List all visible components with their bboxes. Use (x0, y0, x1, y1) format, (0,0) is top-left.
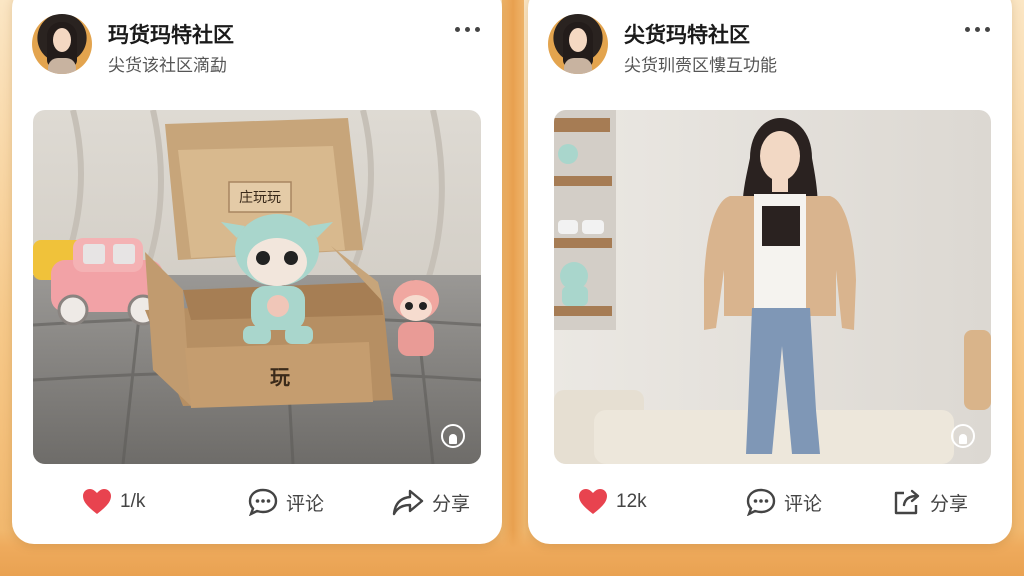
comment-icon (746, 488, 776, 516)
share-label: 分享 (432, 493, 471, 515)
more-icon[interactable] (455, 27, 480, 32)
post-actions: 1/k 评论 分享 (12, 478, 502, 538)
like-count: 1/k (120, 491, 146, 512)
comment-label: 评论 (286, 493, 325, 515)
post-card-2[interactable]: 尖货玛特社区 尖货玔赍区慺互功能 12k 评论 分享 (528, 0, 1012, 544)
post-subtitle: 尖货玔赍区慺互功能 (624, 56, 777, 75)
avatar[interactable] (32, 14, 92, 74)
post-actions: 12k 评论 分享 (528, 478, 1012, 538)
like-count: 12k (616, 491, 647, 512)
share-button[interactable]: 分享 (892, 484, 968, 520)
share-icon (392, 489, 424, 516)
post-subtitle: 尖货该社区滴勐 (108, 56, 227, 75)
share-label: 分享 (930, 493, 969, 515)
post-photo[interactable] (554, 110, 991, 464)
fashion-photo (554, 110, 991, 464)
comment-button[interactable]: 评论 (248, 484, 324, 520)
author-name[interactable]: 玛货玛特社区 (108, 19, 234, 49)
photo-badge-icon[interactable] (951, 424, 975, 448)
heart-icon (579, 489, 607, 514)
post-header: 玛货玛特社区 尖货该社区滴勐 (12, 0, 502, 96)
comment-icon (248, 488, 278, 516)
post-photo[interactable]: 庄玩玩 玩 (33, 110, 481, 464)
post-card-1[interactable]: 玛货玛特社区 尖货该社区滴勐 庄玩玩 玩 1/k 评论 分享 (12, 0, 502, 544)
post-header: 尖货玛特社区 尖货玔赍区慺互功能 (528, 0, 1012, 96)
toy-box-photo (33, 110, 481, 464)
box-stamp-top: 庄玩玩 (239, 189, 281, 205)
more-icon[interactable] (965, 27, 990, 32)
avatar[interactable] (548, 14, 608, 74)
share-icon (894, 489, 920, 515)
box-stamp-front: 玩 (270, 366, 290, 389)
share-button[interactable]: 分享 (392, 484, 470, 520)
comment-button[interactable]: 评论 (746, 484, 822, 520)
photo-badge-icon[interactable] (441, 424, 465, 448)
center-divider (502, 0, 524, 576)
heart-icon (83, 489, 111, 514)
like-button[interactable]: 12k (578, 484, 647, 520)
comment-label: 评论 (784, 493, 823, 515)
author-name[interactable]: 尖货玛特社区 (624, 19, 750, 49)
like-button[interactable]: 1/k (82, 484, 145, 520)
